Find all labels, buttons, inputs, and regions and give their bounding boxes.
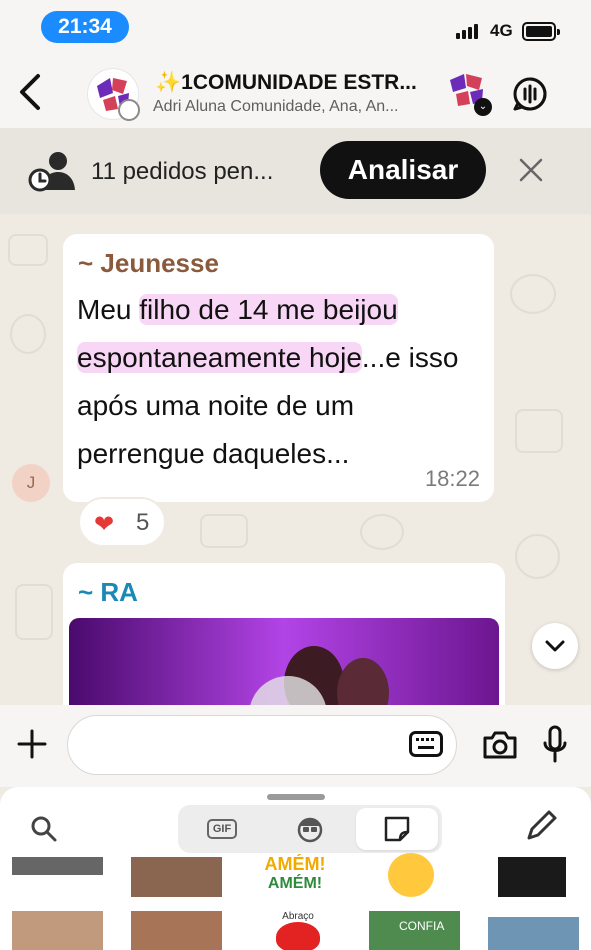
tab-avatar[interactable] bbox=[268, 808, 352, 850]
sticker-text: Abraço bbox=[282, 911, 314, 922]
signal-icon bbox=[456, 24, 478, 39]
network-label: 4G bbox=[490, 21, 513, 40]
sticker-panel: GIF AMÉM! AMÉM! Abraço CONFIA bbox=[0, 787, 591, 950]
wallpaper-doodle bbox=[15, 584, 53, 640]
close-icon[interactable] bbox=[518, 157, 544, 183]
sticker-item[interactable] bbox=[488, 917, 579, 950]
message-bubble[interactable]: ~ RA bbox=[63, 563, 505, 705]
group-avatar[interactable] bbox=[88, 69, 140, 121]
avatar-icon bbox=[297, 817, 323, 843]
camera-icon[interactable] bbox=[482, 729, 518, 761]
video-thumbnail[interactable] bbox=[69, 618, 499, 705]
message-sender[interactable]: ~ RA bbox=[78, 577, 138, 608]
sticker-item[interactable]: AMÉM! AMÉM! bbox=[258, 854, 332, 902]
message-text: Meu filho de 14 me beijou espontaneament… bbox=[77, 286, 477, 478]
sticker-item[interactable]: Abraço bbox=[270, 911, 326, 950]
panel-tab-switcher: GIF bbox=[178, 805, 442, 853]
community-avatar[interactable]: ⌄ bbox=[446, 70, 492, 116]
sticker-icon bbox=[384, 816, 410, 842]
battery-icon bbox=[522, 22, 560, 41]
message-time: 18:22 bbox=[424, 466, 480, 491]
sticker-item[interactable] bbox=[12, 911, 103, 950]
composer-bar bbox=[0, 705, 591, 787]
chat-header: ✨1COMUNIDADE ESTR... Adri Aluna Comunida… bbox=[0, 56, 591, 128]
sticker-text: AMÉM! bbox=[267, 875, 323, 892]
heart-sticker-icon bbox=[276, 922, 320, 950]
plus-icon[interactable] bbox=[17, 729, 47, 759]
message-text-part: Meu bbox=[77, 294, 140, 325]
heart-icon: ❤ bbox=[94, 511, 115, 538]
chat-area[interactable]: ~ Jeunesse Meu filho de 14 me beijou esp… bbox=[0, 214, 591, 705]
wallpaper-doodle bbox=[360, 514, 404, 550]
chevron-down-icon bbox=[545, 640, 565, 652]
wallpaper-doodle bbox=[510, 274, 556, 314]
sticker-item[interactable]: CONFIA bbox=[369, 911, 460, 950]
sticker-text: AMÉM! bbox=[264, 854, 326, 874]
sender-avatar[interactable]: J bbox=[12, 464, 50, 502]
wallpaper-doodle bbox=[200, 514, 248, 548]
laughing-emoji-sticker[interactable] bbox=[388, 853, 434, 897]
microphone-icon[interactable] bbox=[542, 725, 568, 765]
back-icon[interactable] bbox=[14, 72, 46, 112]
status-time[interactable]: 21:34 bbox=[41, 11, 129, 43]
tab-gif[interactable]: GIF bbox=[181, 808, 265, 850]
highlighted-text: filho de 14 me beijou bbox=[139, 294, 398, 325]
person-shape bbox=[337, 658, 389, 705]
analyze-button[interactable]: Analisar bbox=[320, 141, 486, 199]
search-icon[interactable] bbox=[30, 815, 58, 843]
message-sender[interactable]: ~ Jeunesse bbox=[78, 248, 219, 279]
chat-subtitle[interactable]: Adri Aluna Comunidade, Ana, An... bbox=[153, 98, 438, 116]
keyboard-icon[interactable] bbox=[409, 731, 443, 757]
tab-stickers[interactable] bbox=[356, 808, 438, 850]
panel-grabber[interactable] bbox=[267, 794, 325, 800]
wallpaper-doodle bbox=[515, 534, 560, 579]
chevron-down-icon: ⌄ bbox=[474, 98, 492, 116]
pencil-icon[interactable] bbox=[522, 807, 560, 845]
wallpaper-doodle bbox=[515, 409, 563, 453]
pending-requests-bar: 11 pedidos pen... Analisar bbox=[0, 128, 591, 214]
wallpaper-doodle bbox=[10, 314, 46, 354]
scroll-down-button[interactable] bbox=[532, 623, 578, 669]
community-badge-icon bbox=[118, 99, 140, 121]
sticker-item[interactable] bbox=[131, 911, 222, 950]
reaction-count: 5 bbox=[136, 509, 150, 536]
wallpaper-doodle bbox=[8, 234, 48, 266]
gif-icon: GIF bbox=[207, 819, 237, 839]
status-bar: 21:34 4G bbox=[0, 0, 591, 56]
pending-requests-text: 11 pedidos pen... bbox=[91, 158, 274, 185]
sticker-item[interactable] bbox=[12, 857, 103, 875]
sticker-item[interactable] bbox=[498, 857, 566, 897]
chat-title[interactable]: ✨1COMUNIDADE ESTR... bbox=[155, 71, 440, 95]
message-input[interactable] bbox=[67, 715, 457, 775]
highlighted-text: espontaneamente hoje bbox=[77, 342, 362, 373]
pending-requests-icon bbox=[28, 152, 75, 192]
message-bubble[interactable]: ~ Jeunesse Meu filho de 14 me beijou esp… bbox=[63, 234, 494, 502]
reaction-pill[interactable]: ❤ 5 bbox=[78, 497, 166, 547]
sticker-text: CONFIA bbox=[399, 919, 445, 933]
voice-chat-icon[interactable] bbox=[512, 76, 548, 112]
sticker-item[interactable] bbox=[131, 857, 222, 897]
